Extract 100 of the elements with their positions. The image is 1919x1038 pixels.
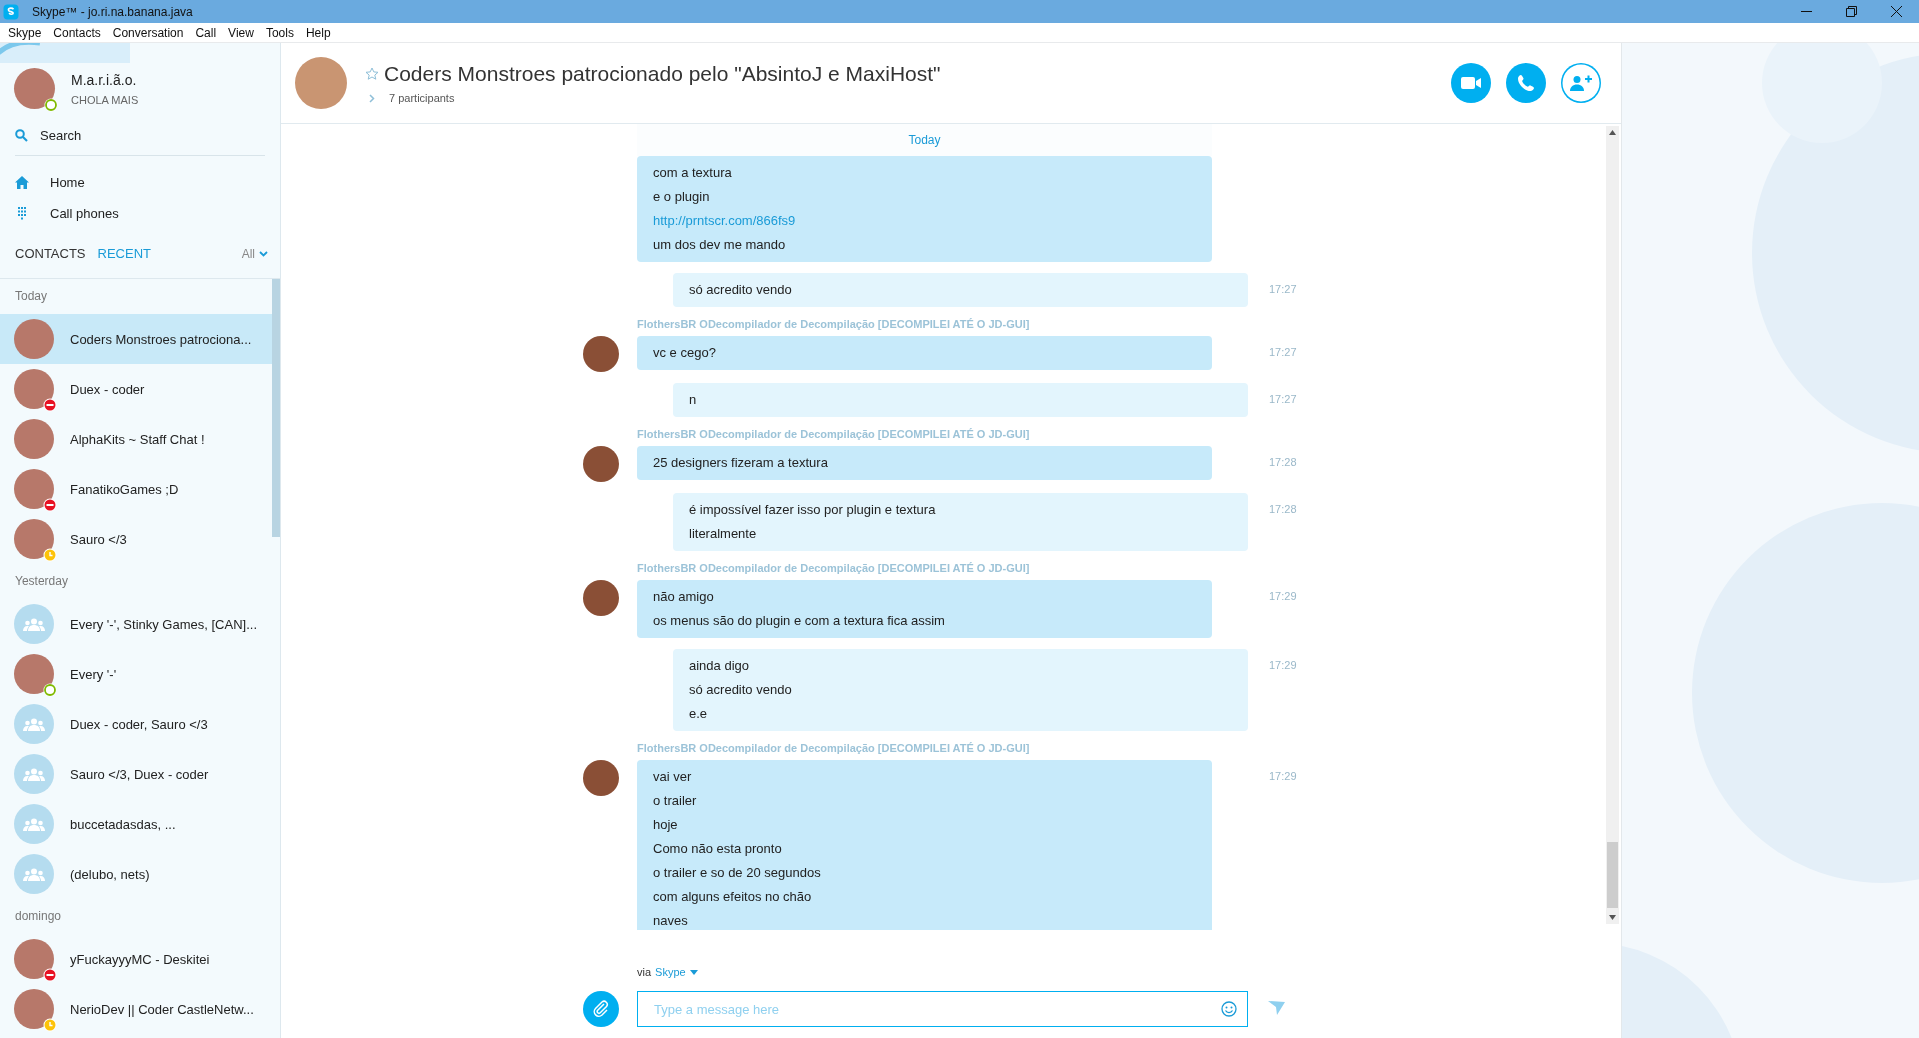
conversation-name: FanatikoGames ;D — [70, 481, 179, 497]
avatar-photo — [14, 419, 54, 459]
recent-chat-item[interactable]: buccetadasdas, ... — [0, 799, 272, 849]
conversation-name: yFuckayyyMC - Deskitei — [70, 951, 210, 967]
message-text: naves — [653, 912, 688, 930]
message-text: literalmente — [689, 525, 757, 543]
recent-chat-item[interactable]: FanatikoGames ;D — [0, 464, 272, 514]
message-text: o trailer e so de 20 segundos — [653, 864, 821, 882]
sender-name: FlothersBR ODecompilador de Decompilação [DECOMPILEI ATÉ O JD-GUI] — [637, 742, 1031, 754]
message-time: 17:29 — [1269, 590, 1297, 602]
message-time: 17:27 — [1269, 393, 1297, 405]
call-button[interactable] — [1506, 63, 1546, 103]
menu-item[interactable]: View — [222, 25, 260, 40]
search-icon[interactable] — [15, 129, 28, 142]
attach-button[interactable] — [583, 991, 619, 1027]
chevron-right-icon[interactable] — [369, 93, 375, 103]
message-text: o trailer — [653, 792, 697, 810]
window-title: Skype™ - jo.ri.na.banana.java — [32, 4, 193, 19]
message-text: com a textura — [653, 164, 732, 182]
skype-logo-icon — [3, 3, 19, 20]
message-text: e.e — [689, 705, 708, 723]
message-text: só acredito vendo — [689, 681, 792, 699]
menu-item[interactable]: Help — [299, 25, 337, 40]
caret-icon[interactable] — [689, 969, 698, 975]
section-heading: domingo — [14, 908, 63, 925]
message-text: os menus são do plugin e com a textura fica assim — [653, 612, 945, 630]
recent-chat-item[interactable]: yFuckayyyMC - Deskitei — [0, 934, 272, 984]
list-tab[interactable]: CONTACTS — [15, 246, 86, 261]
scrollbar-thumb[interactable] — [272, 279, 280, 537]
message-field[interactable]: Type a message here — [637, 991, 1248, 1027]
conversation-title: Coders Monstroes patrocionado pelo "AbsintoJ e MaxiHost" — [384, 62, 941, 86]
message-text: com alguns efeitos no chão — [653, 888, 812, 906]
recent-chat-item[interactable]: Coders Monstroes patrociona... — [0, 314, 272, 364]
menu-item[interactable]: Skype — [2, 25, 48, 40]
group-icon — [23, 767, 45, 781]
date-label: Today — [908, 133, 941, 147]
scroll-down-icon[interactable] — [1609, 915, 1616, 920]
message-time: 17:28 — [1269, 456, 1297, 468]
group-icon — [23, 717, 45, 731]
star-icon[interactable] — [365, 67, 379, 81]
scrollbar-thumb[interactable] — [1607, 842, 1618, 908]
home-icon[interactable] — [15, 176, 29, 189]
scroll-up-icon[interactable] — [1609, 130, 1616, 135]
video-call-button[interactable] — [1451, 63, 1491, 103]
conversation-name: Duex - coder — [70, 381, 145, 397]
recent-chat-item[interactable]: AlphaKits ~ Staff Chat ! — [0, 414, 272, 464]
menu-item[interactable]: Call — [189, 25, 223, 40]
send-icon[interactable] — [1268, 1001, 1285, 1015]
message-text: vai ver — [653, 768, 692, 786]
conversation-name: AlphaKits ~ Staff Chat ! — [70, 431, 205, 447]
conversation-name: NerioDev || Coder CastleNetw... — [70, 1001, 254, 1017]
group-icon — [23, 817, 45, 831]
avatar-photo — [583, 336, 619, 372]
recent-chat-item[interactable]: Duex - coder, Sauro </3 — [0, 699, 272, 749]
conversation-name: Sauro </3 — [70, 531, 127, 547]
message-text: não amigo — [653, 588, 714, 606]
emoticon-icon[interactable] — [1221, 1001, 1237, 1017]
chevron-down-icon[interactable] — [259, 250, 268, 257]
menu-item[interactable]: Tools — [259, 25, 300, 40]
sender-name: FlothersBR ODecompilador de Decompilação [DECOMPILEI ATÉ O JD-GUI] — [637, 562, 1031, 574]
message-time: 17:27 — [1269, 346, 1297, 358]
conversation-name: Duex - coder, Sauro </3 — [70, 716, 208, 732]
conversation-name: Every '-' — [70, 666, 117, 682]
paperclip-icon — [592, 1000, 610, 1018]
menu-item[interactable]: Contacts — [47, 25, 107, 40]
recent-chat-item[interactable]: Duex - coder — [0, 364, 272, 414]
nav-item[interactable]: Call phones — [50, 206, 119, 221]
via-label: via — [637, 966, 652, 978]
recent-chat-item[interactable]: Every '-' — [0, 649, 272, 699]
conversation-name: (delubo, nets) — [70, 866, 150, 882]
conversation-name: Sauro </3, Duex - coder — [70, 766, 209, 782]
menu-item[interactable]: Conversation — [106, 25, 190, 40]
message-text: ainda digo — [689, 657, 749, 675]
recent-chat-item[interactable]: Sauro </3, Duex - coder — [0, 749, 272, 799]
message-text: é impossível fazer isso por plugin e textura — [689, 501, 936, 519]
conversation-name: Every '-', Stinky Games, [CAN]... — [70, 616, 257, 632]
sender-name: FlothersBR ODecompilador de Decompilação [DECOMPILEI ATÉ O JD-GUI] — [637, 428, 1031, 440]
add-people-button[interactable] — [1561, 63, 1601, 103]
group-icon — [23, 617, 45, 631]
message-text: hoje — [653, 816, 678, 834]
add-person-icon — [1570, 75, 1592, 91]
participants-link[interactable]: 7 participants — [389, 92, 455, 104]
video-camera-icon — [1461, 77, 1481, 89]
dialpad-icon[interactable] — [15, 207, 29, 220]
scrollbar[interactable] — [1606, 126, 1619, 924]
profile-name: M.a.r.i.ã.o. — [71, 71, 138, 88]
message-time: 17:27 — [1269, 283, 1297, 295]
mood-message: CHOLA MAIS — [71, 93, 139, 106]
search-button[interactable]: Search — [40, 128, 82, 143]
recent-chat-item[interactable]: Sauro </3 — [0, 514, 272, 564]
avatar-photo — [14, 319, 54, 359]
sender-name: FlothersBR ODecompilador de Decompilação [DECOMPILEI ATÉ O JD-GUI] — [637, 318, 1031, 330]
recent-chat-item[interactable]: NerioDev || Coder CastleNetw... — [0, 984, 272, 1034]
recent-chat-item[interactable]: Every '-', Stinky Games, [CAN]... — [0, 599, 272, 649]
phone-icon — [1517, 74, 1535, 92]
message-text: Como não esta pronto — [653, 840, 782, 858]
message-time: 17:29 — [1269, 770, 1297, 782]
nav-item[interactable]: Home — [50, 175, 85, 190]
recent-chat-item[interactable]: (delubo, nets) — [0, 849, 272, 899]
profile-avatar[interactable] — [14, 68, 55, 109]
